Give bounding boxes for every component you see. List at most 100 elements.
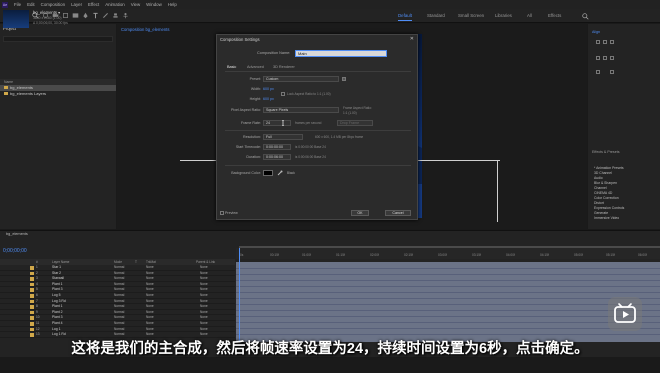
tab-advanced[interactable]: Advanced: [247, 65, 264, 69]
effect-category[interactable]: Blur & Sharpen: [594, 181, 617, 185]
layer-trkmat[interactable]: None: [146, 276, 154, 280]
current-time-display[interactable]: 0;00;00;00: [3, 248, 27, 254]
width-value[interactable]: 600 px: [263, 87, 274, 91]
layer-mode[interactable]: Normal: [114, 315, 124, 319]
composition-tab[interactable]: Composition bg_elements: [121, 27, 169, 32]
effects-presets-tab[interactable]: Effects & Presets: [592, 150, 620, 154]
layer-trkmat[interactable]: None: [146, 293, 154, 297]
layer-mode[interactable]: Normal: [114, 282, 124, 286]
layer-mode[interactable]: Normal: [114, 327, 124, 331]
align-left-icon[interactable]: [596, 40, 600, 44]
pan-behind-tool-icon[interactable]: [62, 12, 69, 19]
preview-checkbox[interactable]: [220, 211, 224, 215]
column-mode[interactable]: Mode: [114, 260, 122, 264]
effect-category[interactable]: Immersive Video: [594, 216, 619, 220]
pixel-aspect-dropdown[interactable]: Square Pixels: [263, 107, 339, 113]
height-value[interactable]: 600 px: [263, 97, 274, 101]
menu-file[interactable]: File: [14, 2, 21, 7]
column-trkmat[interactable]: TrkMat: [146, 260, 156, 264]
project-search-input[interactable]: [3, 36, 113, 42]
layer-parent[interactable]: None: [200, 299, 208, 303]
layer-parent[interactable]: None: [200, 287, 208, 291]
label-color-icon[interactable]: [30, 316, 34, 320]
workspace-all[interactable]: All: [527, 13, 532, 18]
layer-trkmat[interactable]: None: [146, 287, 154, 291]
layer-parent[interactable]: None: [200, 321, 208, 325]
layer-trkmat[interactable]: None: [146, 304, 154, 308]
effect-category[interactable]: Distort: [594, 201, 604, 205]
time-ruler[interactable]: [236, 248, 660, 259]
pen-tool-icon[interactable]: [82, 12, 89, 19]
label-color-icon[interactable]: [30, 271, 34, 276]
layer-parent[interactable]: None: [200, 265, 208, 269]
menu-window[interactable]: Window: [146, 2, 162, 7]
label-color-icon[interactable]: [30, 322, 34, 326]
duration-input[interactable]: 0:00:06:00: [263, 154, 291, 160]
menu-animation[interactable]: Animation: [105, 2, 125, 7]
workspace-standard[interactable]: Standard: [427, 13, 445, 18]
layer-mode[interactable]: Normal: [114, 332, 124, 336]
label-color-icon[interactable]: [30, 333, 34, 337]
layer-trkmat[interactable]: None: [146, 327, 154, 331]
layer-parent[interactable]: None: [200, 276, 208, 280]
layer-mode[interactable]: Normal: [114, 304, 124, 308]
close-icon[interactable]: ✕: [410, 36, 414, 42]
timeline-tab[interactable]: bg_elements: [6, 232, 28, 236]
save-preset-icon[interactable]: [342, 77, 346, 81]
distribute-right-icon[interactable]: [610, 70, 614, 74]
tab-3d-renderer[interactable]: 3D Renderer: [273, 65, 295, 69]
layer-parent[interactable]: None: [200, 304, 208, 308]
layer-trkmat[interactable]: None: [146, 282, 154, 286]
playhead[interactable]: [239, 248, 240, 342]
label-color-icon[interactable]: [30, 327, 34, 332]
menu-edit[interactable]: Edit: [27, 2, 35, 7]
menu-layer[interactable]: Layer: [71, 2, 82, 7]
layer-parent[interactable]: None: [200, 293, 208, 297]
menu-effect[interactable]: Effect: [88, 2, 99, 7]
start-timecode-input[interactable]: 0:00:00:00: [263, 144, 291, 150]
label-color-icon[interactable]: [30, 299, 34, 304]
effect-category[interactable]: Color Correction: [594, 196, 619, 200]
layer-mode[interactable]: Normal: [114, 310, 124, 314]
type-tool-icon[interactable]: [92, 12, 99, 19]
menu-composition[interactable]: Composition: [41, 2, 65, 7]
layer-mode[interactable]: Normal: [114, 276, 124, 280]
distribute-left-icon[interactable]: [596, 70, 600, 74]
effect-category[interactable]: * Animation Presets: [594, 166, 624, 170]
rectangle-tool-icon[interactable]: [72, 12, 79, 19]
layer-mode[interactable]: Normal: [114, 265, 124, 269]
layer-trkmat[interactable]: None: [146, 271, 154, 275]
cancel-button[interactable]: Cancel: [385, 210, 411, 216]
layer-mode[interactable]: Normal: [114, 293, 124, 297]
layer-trkmat[interactable]: None: [146, 310, 154, 314]
workspace-effects[interactable]: Effects: [548, 13, 561, 18]
effect-category[interactable]: Generate: [594, 211, 608, 215]
layer-parent[interactable]: None: [200, 315, 208, 319]
layer-parent[interactable]: None: [200, 332, 208, 336]
layer-trkmat[interactable]: None: [146, 321, 154, 325]
label-color-icon[interactable]: [30, 288, 34, 292]
effect-category[interactable]: Expression Controls: [594, 206, 624, 210]
puppet-tool-icon[interactable]: [122, 12, 129, 19]
ok-button[interactable]: OK: [351, 210, 369, 216]
layer-parent[interactable]: None: [200, 327, 208, 331]
layer-row[interactable]: 13 Log 1 Rd Normal None None: [0, 332, 235, 338]
label-color-icon[interactable]: [30, 294, 34, 298]
align-right-icon[interactable]: [610, 40, 614, 44]
search-icon[interactable]: [582, 13, 589, 20]
resolution-dropdown[interactable]: Full: [263, 134, 303, 140]
column-t[interactable]: T: [135, 260, 137, 264]
column-parent[interactable]: Parent & Link: [196, 260, 215, 264]
video-play-icon[interactable]: [608, 297, 642, 331]
layer-trkmat[interactable]: None: [146, 265, 154, 269]
composition-name-input[interactable]: Main: [295, 50, 387, 57]
align-center-icon[interactable]: [603, 40, 607, 44]
menu-help[interactable]: Help: [168, 2, 177, 7]
align-tab[interactable]: Align: [592, 30, 600, 34]
label-color-icon[interactable]: [30, 277, 34, 281]
tab-basic[interactable]: Basic: [227, 65, 236, 69]
clone-stamp-tool-icon[interactable]: [112, 12, 119, 19]
layer-trkmat[interactable]: None: [146, 315, 154, 319]
layer-parent[interactable]: None: [200, 271, 208, 275]
preset-dropdown[interactable]: Custom: [263, 76, 339, 82]
